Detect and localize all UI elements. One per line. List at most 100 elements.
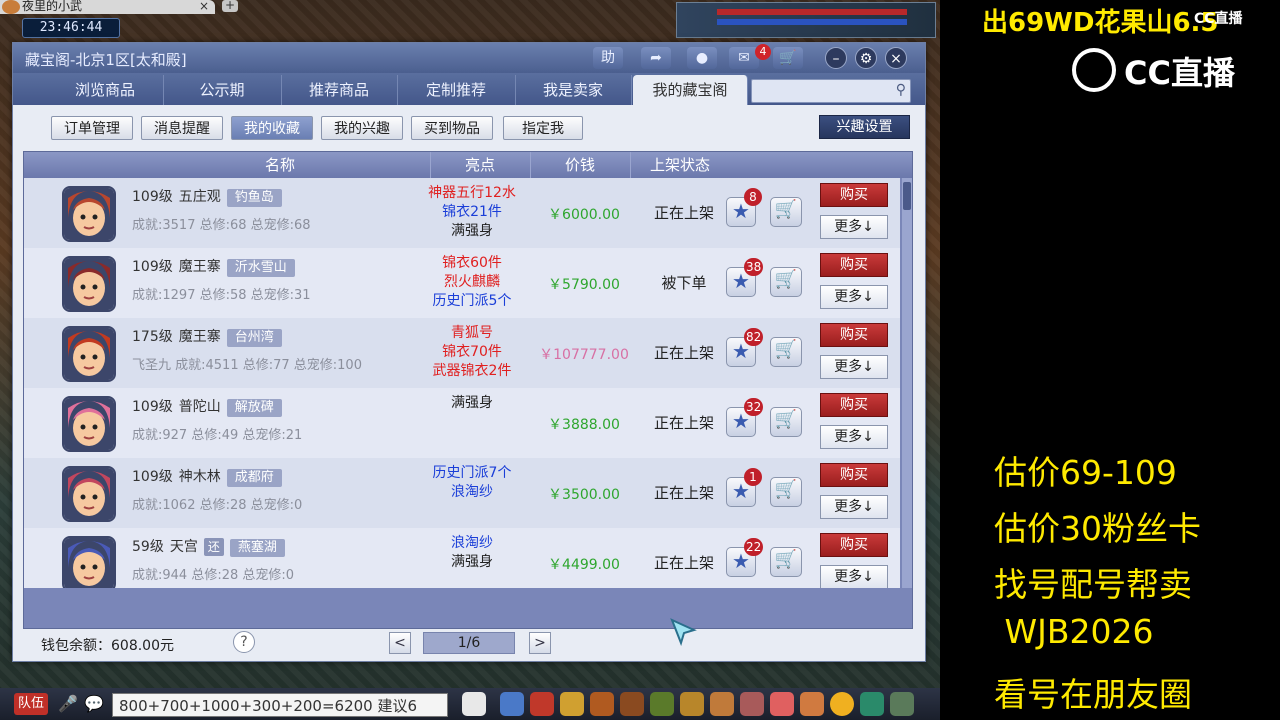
next-page-button[interactable]: > — [529, 632, 551, 654]
stop-icon[interactable]: ● — [687, 47, 717, 69]
buy-button[interactable]: 购买 — [820, 183, 888, 207]
add-to-cart-button[interactable]: 🛒 — [770, 547, 802, 577]
interest-settings-button[interactable]: 兴趣设置 — [819, 115, 910, 139]
scroll-thumb[interactable] — [903, 182, 911, 210]
table-row[interactable]: 109级 五庄观 钓鱼岛 成就:3517 总修:68 总宠修:68 神器五行12水 锦衣2… — [24, 178, 900, 248]
help-button[interactable]: 助 — [593, 47, 623, 69]
character-info: 109级 普陀山 解放碑 — [132, 396, 282, 417]
main-tabs: 浏览商品 公示期 推荐商品 定制推荐 我是卖家 我的藏宝阁 ⚲ — [13, 73, 925, 105]
character-stats: 成就:1062 总修:28 总宠修:0 — [132, 498, 303, 513]
cart-icon[interactable]: 🛒 — [773, 47, 803, 69]
tab-public-period[interactable]: 公示期 — [163, 75, 282, 105]
skill-icon[interactable] — [680, 692, 704, 716]
prev-page-button[interactable]: < — [389, 632, 411, 654]
share-icon[interactable]: ➦ — [641, 47, 671, 69]
chat-input[interactable]: 800+700+1000+300+200=6200 建议6 — [112, 693, 448, 717]
game-clock: 23:46:44 — [22, 18, 120, 38]
team-button[interactable]: 队伍 — [14, 693, 48, 715]
coin-icon[interactable] — [800, 692, 824, 716]
window-footer: 钱包余额：608.00元 ? < 1/6 > — [13, 627, 925, 661]
add-to-cart-button[interactable]: 🛒 — [770, 407, 802, 437]
lantern-icon[interactable] — [590, 692, 614, 716]
more-button[interactable]: 更多↓ — [820, 495, 888, 519]
microphone-icon[interactable]: 🎤 — [58, 694, 78, 713]
more-button[interactable]: 更多↓ — [820, 425, 888, 449]
bell-icon[interactable] — [710, 692, 734, 716]
my-favorites-button[interactable]: 我的收藏 — [231, 116, 313, 140]
pet-icon[interactable] — [462, 692, 486, 716]
table-row[interactable]: 109级 普陀山 解放碑 成就:927 总修:49 总宠修:21 满强身 ￥3888.00… — [24, 388, 900, 458]
character-stats: 成就:927 总修:49 总宠修:21 — [132, 428, 303, 443]
table-row[interactable]: 109级 神木林 成都府 成就:1062 总修:28 总宠修:0 历史门派7个 浪淘纱 ￥3… — [24, 458, 900, 528]
character-avatar[interactable] — [62, 326, 116, 382]
close-button[interactable]: × — [885, 47, 907, 69]
character-avatar[interactable] — [62, 186, 116, 242]
rank-icon[interactable] — [740, 692, 764, 716]
buy-button[interactable]: 购买 — [820, 323, 888, 347]
table-row[interactable]: 59级 天宫还燕塞湖 成就:944 总修:28 总宠修:0 浪淘纱 满强身 ￥4499.0… — [24, 528, 900, 588]
table-row[interactable]: 175级 魔王寨 台州湾 飞圣九 成就:4511 总修:77 总宠修:100 青狐号 锦衣… — [24, 318, 900, 388]
system-icon[interactable] — [860, 692, 884, 716]
buy-button[interactable]: 购买 — [820, 463, 888, 487]
window-titlebar[interactable]: 藏宝阁-北京1区[太和殿] 助 ➦ ● ✉ 4 🛒 – ⚙ × — [13, 43, 925, 73]
tab-custom-recommend[interactable]: 定制推荐 — [397, 75, 516, 105]
character-info: 59级 天宫还燕塞湖 — [132, 536, 285, 557]
designated-me-button[interactable]: 指定我 — [503, 116, 583, 140]
tab-my-pavilion[interactable]: 我的藏宝阁 — [633, 75, 748, 105]
highlight-item: 历史门派5个 — [432, 293, 512, 309]
search-icon[interactable]: ⚲ — [896, 82, 906, 98]
add-to-cart-button[interactable]: 🛒 — [770, 477, 802, 507]
table-row[interactable]: 109级 魔王寨 沂水雪山 成就:1297 总修:58 总宠修:31 锦衣60件 烈火麒麟… — [24, 248, 900, 318]
tab-recommended[interactable]: 推荐商品 — [281, 75, 398, 105]
search-input[interactable]: ⚲ — [751, 79, 911, 103]
emoji-icon[interactable] — [830, 692, 854, 716]
stream-note-2: 估价30粉丝卡 — [994, 509, 1201, 548]
character-level: 109级 — [132, 469, 173, 485]
browser-tab[interactable]: 夜里的小武 × — [0, 0, 215, 14]
chat-bubble-icon[interactable]: 💬 — [84, 694, 104, 713]
tab-close-icon[interactable]: × — [199, 0, 209, 13]
purchased-items-button[interactable]: 买到物品 — [411, 116, 493, 140]
cc-logo-icon — [1072, 48, 1116, 92]
gift-icon[interactable] — [560, 692, 584, 716]
table-scrollbar[interactable] — [902, 178, 912, 588]
more-button[interactable]: 更多↓ — [820, 565, 888, 588]
add-to-cart-button[interactable]: 🛒 — [770, 337, 802, 367]
character-stats: 成就:944 总修:28 总宠修:0 — [132, 568, 295, 583]
server-tag: 解放碑 — [226, 399, 282, 417]
minimize-button[interactable]: – — [825, 47, 847, 69]
peach-icon[interactable] — [770, 692, 794, 716]
game-chat-bar: 队伍 🎤 💬 800+700+1000+300+200=6200 建议6 — [0, 688, 940, 720]
more-button[interactable]: 更多↓ — [820, 285, 888, 309]
help-question-icon[interactable]: ? — [233, 631, 255, 653]
message-reminder-button[interactable]: 消息提醒 — [141, 116, 223, 140]
highlights-cell: 青狐号 锦衣70件 武器锦衣2件 — [416, 324, 528, 381]
stream-note-5: 看号在朋友圈 — [994, 675, 1192, 714]
buy-button[interactable]: 购买 — [820, 533, 888, 557]
highlight-item: 浪淘纱 — [451, 535, 493, 551]
buy-button[interactable]: 购买 — [820, 253, 888, 277]
tab-browse[interactable]: 浏览商品 — [47, 75, 164, 105]
add-to-cart-button[interactable]: 🛒 — [770, 267, 802, 297]
settings-gear-icon[interactable]: ⚙ — [855, 47, 877, 69]
bag-icon[interactable] — [530, 692, 554, 716]
computer-icon[interactable] — [890, 692, 914, 716]
tab-seller[interactable]: 我是卖家 — [515, 75, 632, 105]
character-avatar[interactable] — [62, 536, 116, 588]
more-button[interactable]: 更多↓ — [820, 215, 888, 239]
order-management-button[interactable]: 订单管理 — [51, 116, 133, 140]
character-avatar[interactable] — [62, 256, 116, 312]
message-badge: 4 — [755, 44, 771, 60]
scroll-icon[interactable] — [650, 692, 674, 716]
new-tab-button[interactable]: + — [222, 0, 238, 12]
price: ￥3500.00 — [548, 487, 620, 503]
my-interests-button[interactable]: 我的兴趣 — [321, 116, 403, 140]
team-icon[interactable] — [620, 692, 644, 716]
add-to-cart-button[interactable]: 🛒 — [770, 197, 802, 227]
buy-button[interactable]: 购买 — [820, 393, 888, 417]
column-header-status: 上架状态 — [649, 156, 710, 174]
more-button[interactable]: 更多↓ — [820, 355, 888, 379]
character-avatar[interactable] — [62, 396, 116, 452]
sword-icon[interactable] — [500, 692, 524, 716]
character-avatar[interactable] — [62, 466, 116, 522]
